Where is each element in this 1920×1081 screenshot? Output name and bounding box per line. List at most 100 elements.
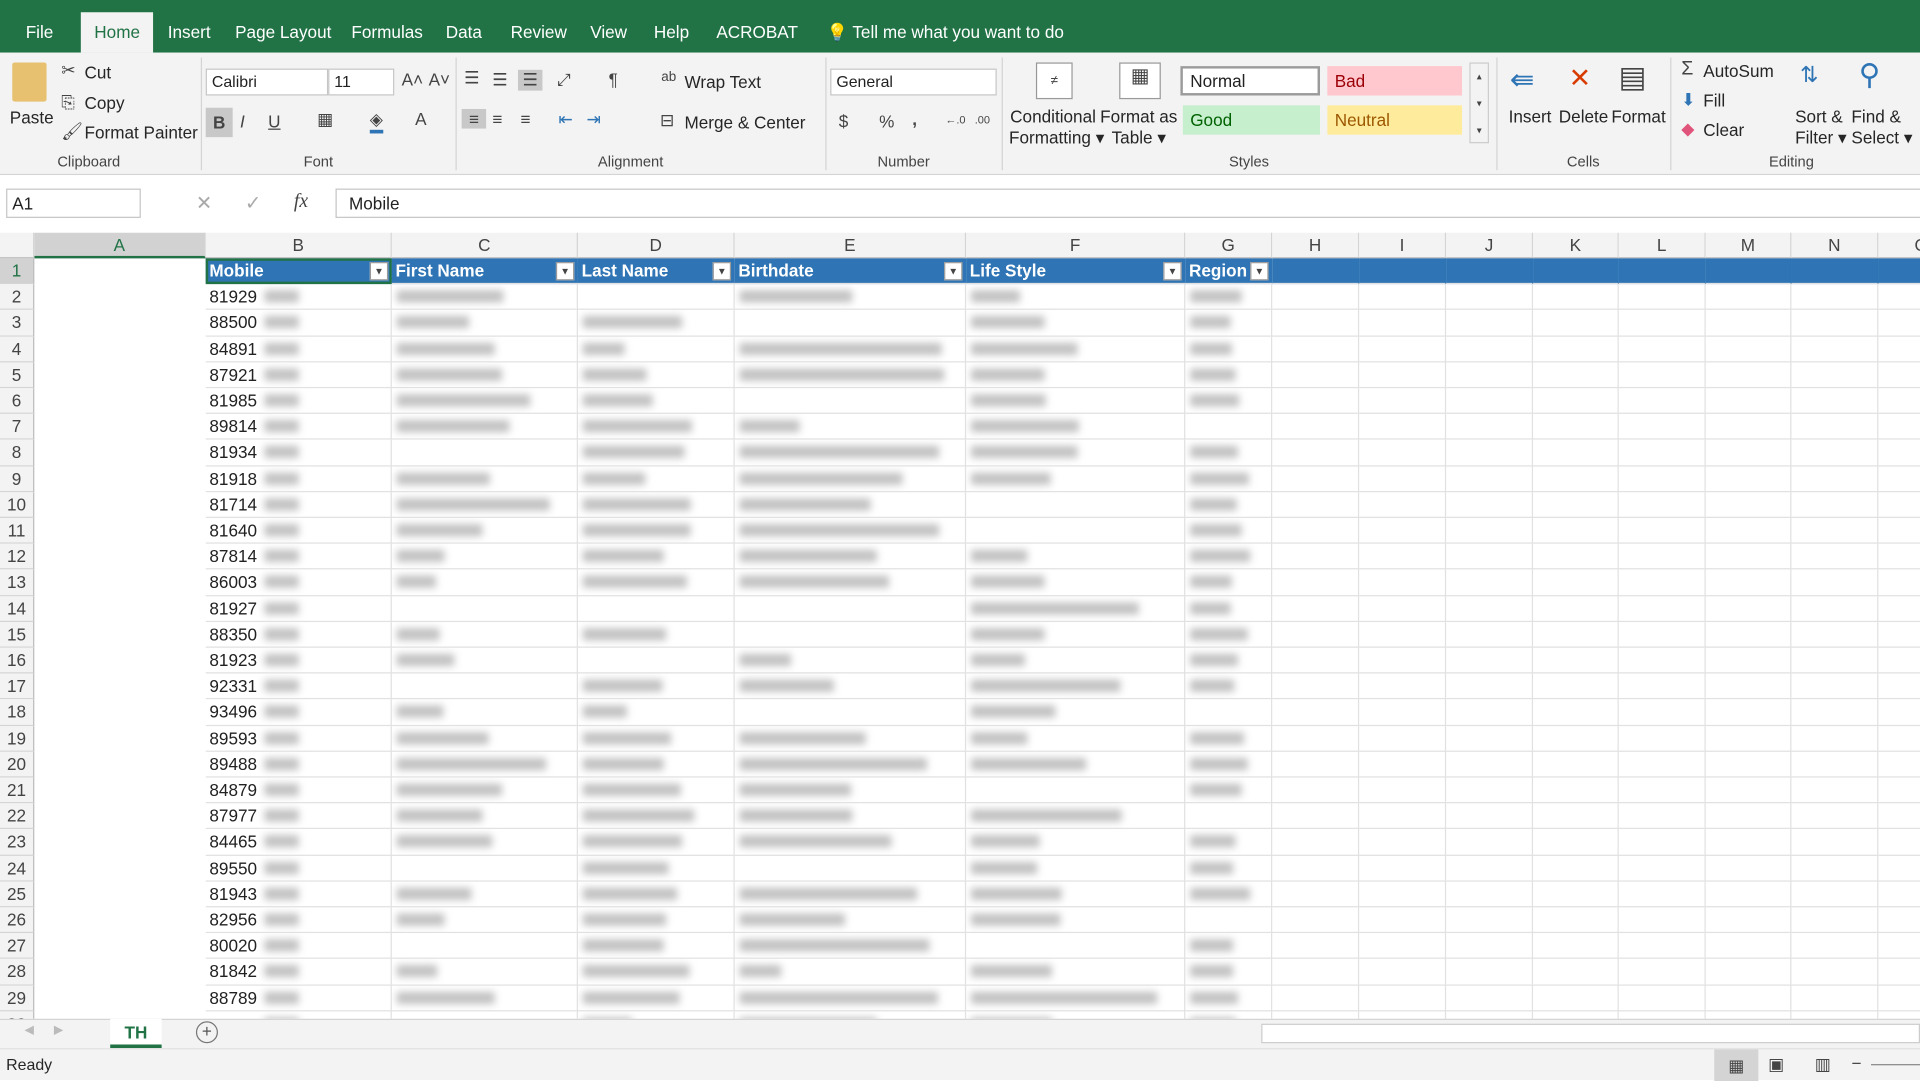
cell-k14[interactable] [1618,595,1706,622]
row-header-27[interactable]: 27 [0,933,35,960]
cell-f22[interactable] [1185,803,1273,830]
cell-m19[interactable] [1791,725,1879,752]
cut-button[interactable]: Cut [84,62,111,82]
cell-l28[interactable] [1705,959,1792,986]
cell-e2[interactable] [966,284,1186,311]
cell-c26[interactable] [577,907,735,934]
cell-c16[interactable] [577,647,735,674]
cell-f23[interactable] [1185,829,1273,856]
cell-h12[interactable] [1359,543,1447,570]
cell-m29[interactable] [1791,985,1879,1012]
paste-button[interactable]: Paste [10,108,54,128]
cell-c13[interactable] [577,569,735,596]
filter-dropdown-button[interactable]: ▼ [1163,262,1182,281]
cell-e11[interactable] [966,517,1186,544]
cell-e4[interactable] [966,336,1186,363]
enter-icon[interactable]: ✓ [245,191,261,215]
cell-d5[interactable] [734,362,967,389]
cell-h16[interactable] [1359,647,1447,674]
cell-g8[interactable] [1272,440,1360,467]
cell-d24[interactable] [734,855,967,882]
cell-n21[interactable] [1878,778,1920,804]
cell-k12[interactable] [1618,543,1706,570]
cell-j2[interactable] [1533,284,1619,311]
cell-n8[interactable] [1878,440,1920,467]
cell-e30[interactable] [966,1011,1186,1019]
cell-f4[interactable] [1185,336,1273,363]
cell-b20[interactable] [391,751,578,778]
column-header-m[interactable]: M [1705,232,1792,259]
cell-b18[interactable] [391,699,578,726]
cell-j16[interactable] [1533,647,1619,674]
cell-a12[interactable]: 87814 [205,543,392,570]
cell-f24[interactable] [1185,855,1273,882]
bottom-align-icon[interactable]: ☰ [517,69,543,91]
cell-k3[interactable] [1618,310,1706,337]
cell-b2[interactable] [391,284,578,311]
column-header-b[interactable]: B [205,232,392,259]
italic-button[interactable]: I [240,111,245,131]
cell-l3[interactable] [1705,310,1792,337]
cell-e1[interactable]: Life Style ▼ [966,258,1186,285]
cell-m10[interactable] [1791,491,1879,518]
cell-d22[interactable] [734,803,967,830]
cell-l19[interactable] [1705,725,1792,752]
cell-i19[interactable] [1446,725,1534,752]
row-header-11[interactable]: 11 [0,517,35,544]
cell-l18[interactable] [1705,699,1792,726]
row-header-18[interactable]: 18 [0,699,35,726]
cell-g7[interactable] [1272,414,1360,441]
cell-c3[interactable] [577,310,735,337]
cell-b22[interactable] [391,803,578,830]
currency-button[interactable]: $ [839,111,849,131]
cell-h18[interactable] [1359,699,1447,726]
cell-e22[interactable] [966,803,1186,830]
cell-g21[interactable] [1272,777,1360,804]
underline-button[interactable]: U [268,111,280,131]
row-header-17[interactable]: 17 [0,673,35,700]
cell-h24[interactable] [1359,855,1447,882]
cell-b9[interactable] [391,466,578,492]
cell-a7[interactable]: 89814 [205,414,392,441]
column-header-h[interactable]: H [1272,232,1360,259]
row-header-25[interactable]: 25 [0,881,35,908]
cell-n20[interactable] [1878,752,1920,778]
cell-h22[interactable] [1359,803,1447,830]
cell-n3[interactable] [1878,310,1920,337]
number-format-select[interactable]: General [830,68,997,96]
cell-h4[interactable] [1359,336,1447,363]
cell-g16[interactable] [1272,647,1360,674]
cell-i29[interactable] [1446,985,1534,1012]
cell-h14[interactable] [1359,595,1447,622]
cell-k15[interactable] [1618,621,1706,648]
cell-l17[interactable] [1705,673,1792,700]
cell-e27[interactable] [966,933,1186,960]
cell-n15[interactable] [1878,622,1920,648]
cell-c28[interactable] [577,959,735,986]
cell-h21[interactable] [1359,777,1447,804]
cell-f17[interactable] [1185,673,1273,700]
format-as-table-button[interactable]: Format as Table ▾ [1100,107,1178,149]
cell-d15[interactable] [734,621,967,648]
cell-j9[interactable] [1533,466,1619,492]
cell-g15[interactable] [1272,621,1360,648]
cell-h25[interactable] [1359,881,1447,908]
zoom-slider[interactable] [1871,1064,1920,1066]
cell-m1[interactable] [1791,258,1879,285]
cell-n23[interactable] [1878,829,1920,856]
cell-i24[interactable] [1446,855,1534,882]
cell-i28[interactable] [1446,959,1534,986]
cell-j12[interactable] [1533,543,1619,570]
cell-h29[interactable] [1359,985,1447,1012]
cell-h10[interactable] [1359,491,1447,518]
cell-c11[interactable] [577,517,735,544]
cell-l6[interactable] [1705,388,1792,415]
paste-icon[interactable] [12,62,47,102]
ribbon-tab-acrobat[interactable]: ACROBAT [703,12,812,52]
cell-b26[interactable] [391,907,578,934]
clear-button[interactable]: Clear [1703,120,1744,140]
cell-j6[interactable] [1533,388,1619,415]
sort-filter-button[interactable]: Sort & Filter ▾ [1795,107,1846,149]
cell-f30[interactable] [1185,1011,1273,1019]
scroll-left-icon[interactable]: ◀ [24,1024,33,1037]
